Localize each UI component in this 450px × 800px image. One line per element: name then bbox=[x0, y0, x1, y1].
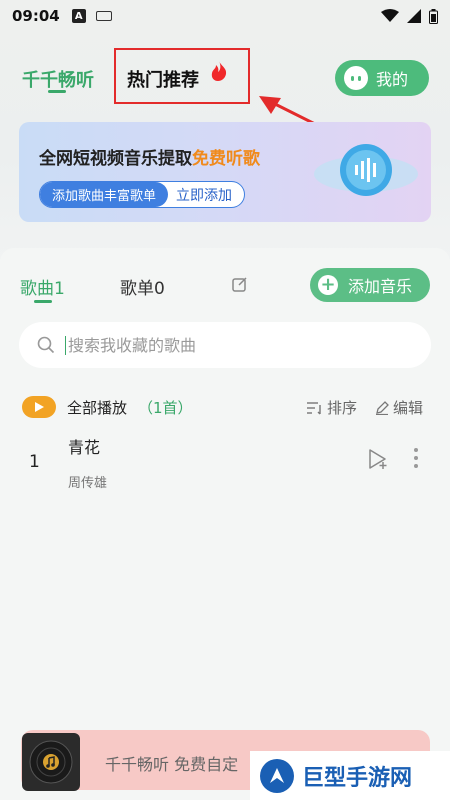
plus-icon: + bbox=[318, 275, 338, 295]
search-input[interactable] bbox=[65, 335, 385, 355]
song-index: 1 bbox=[29, 452, 40, 472]
watermark-logo-icon bbox=[260, 758, 294, 793]
player-text: 千千畅听 免费自定 bbox=[105, 755, 239, 774]
pencil-icon bbox=[376, 400, 389, 415]
top-header: 千千畅听 热门推荐 我的 bbox=[0, 48, 450, 104]
watermark-text: 巨型手游网 bbox=[302, 765, 413, 791]
more-icon[interactable] bbox=[413, 447, 419, 469]
add-music-button[interactable]: + 添加音乐 bbox=[310, 268, 430, 302]
banner-pill-left: 添加歌曲丰富歌单 bbox=[40, 182, 169, 207]
my-profile-button[interactable]: 我的 bbox=[335, 60, 429, 96]
face-icon bbox=[344, 66, 368, 90]
edit-label: 编辑 bbox=[393, 399, 424, 417]
add-now-button[interactable]: 立即添加 bbox=[168, 182, 244, 207]
add-music-label: 添加音乐 bbox=[348, 277, 413, 296]
status-time: 09:04 bbox=[12, 7, 60, 25]
status-icons bbox=[381, 8, 438, 24]
play-all-icon[interactable] bbox=[22, 396, 56, 418]
edit-button[interactable]: 编辑 bbox=[375, 397, 423, 418]
a-notification-icon: A bbox=[71, 9, 86, 23]
banner-pill[interactable]: 添加歌曲丰富歌单 立即添加 bbox=[39, 181, 246, 208]
song-title: 青花 bbox=[68, 438, 101, 457]
signal-icon bbox=[407, 9, 421, 23]
sort-button[interactable]: 排序 bbox=[306, 397, 357, 418]
search-icon bbox=[37, 336, 55, 354]
album-disc[interactable] bbox=[22, 733, 80, 791]
keyboard-icon bbox=[95, 11, 112, 21]
play-next-icon[interactable] bbox=[368, 448, 390, 470]
tab-qianqian[interactable]: 千千畅听 bbox=[22, 66, 94, 92]
promo-banner[interactable]: 全网短视频音乐提取免费听歌 添加歌曲丰富歌单 立即添加 bbox=[19, 122, 431, 222]
music-disc-icon bbox=[29, 740, 73, 784]
search-bar[interactable] bbox=[19, 322, 431, 368]
songs-tab-indicator bbox=[34, 300, 52, 303]
banner-title-highlight: 免费听歌 bbox=[192, 149, 260, 169]
tab-songs[interactable]: 歌曲1 bbox=[20, 274, 65, 299]
fire-icon bbox=[211, 61, 227, 81]
sort-label: 排序 bbox=[327, 399, 358, 417]
my-button-label: 我的 bbox=[376, 70, 409, 89]
wifi-icon bbox=[381, 9, 399, 22]
tab-playlists[interactable]: 歌单0 bbox=[120, 274, 165, 299]
play-all-label[interactable]: 全部播放 bbox=[67, 397, 127, 418]
play-icon bbox=[35, 402, 44, 412]
play-all-count: （1首） bbox=[138, 399, 193, 417]
battery-icon bbox=[429, 8, 438, 24]
library-panel: 歌曲1 歌单0 + 添加音乐 全部播放 （1首） 排序 编辑 bbox=[0, 248, 450, 800]
active-tab-indicator bbox=[48, 90, 66, 93]
status-bar: 09:04 A bbox=[0, 0, 450, 32]
edit-square-icon[interactable] bbox=[232, 276, 248, 292]
watermark: 巨型手游网 bbox=[250, 751, 450, 800]
sound-orb-icon bbox=[314, 144, 418, 196]
song-artist: 周传雄 bbox=[68, 476, 108, 491]
banner-title-main: 全网短视频音乐提取 bbox=[39, 149, 192, 169]
banner-title: 全网短视频音乐提取免费听歌 bbox=[39, 144, 260, 169]
sort-icon bbox=[307, 401, 321, 414]
tab-hot-recommend[interactable]: 热门推荐 bbox=[127, 66, 199, 92]
